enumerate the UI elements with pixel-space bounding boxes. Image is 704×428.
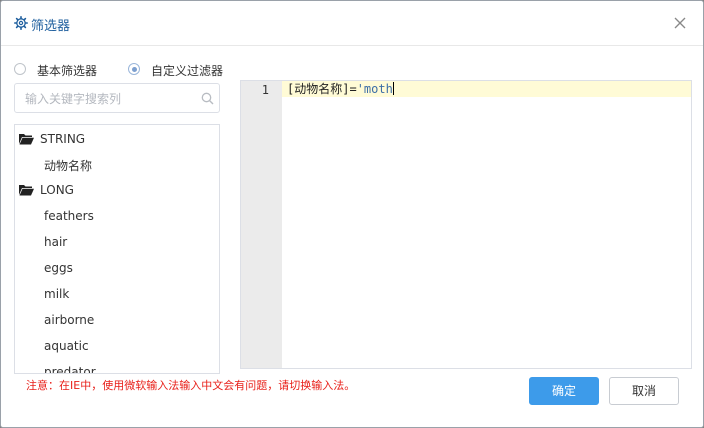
mode-basic-radio[interactable]: [14, 63, 26, 75]
ime-warning-note: 注意：在IE中，使用微软输入法输入中文会有问题，请切换输入法。: [26, 379, 356, 392]
tree-item-column[interactable]: hair: [44, 235, 67, 249]
mode-custom-label: 自定义过滤器: [151, 64, 224, 78]
column-tree: STRING 动物名称 LONG feathers hair eggs milk…: [14, 124, 220, 374]
dialog-header: 筛选器: [1, 1, 703, 46]
dialog-title: 筛选器: [31, 19, 71, 34]
tree-group-label: STRING: [40, 132, 86, 146]
column-search: [14, 83, 220, 113]
close-icon[interactable]: [672, 15, 688, 31]
confirm-button[interactable]: 确定: [529, 377, 599, 405]
mode-basic-label: 基本筛选器: [37, 64, 98, 78]
tree-item-column[interactable]: aquatic: [44, 339, 89, 353]
folder-icon: [19, 185, 34, 196]
tree-item-column[interactable]: predator: [44, 365, 96, 373]
gear-icon: [14, 16, 28, 30]
cancel-button[interactable]: 取消: [609, 377, 679, 405]
code-field-token: [动物名称]=: [287, 82, 357, 96]
tree-item-column[interactable]: feathers: [44, 209, 94, 223]
code-line[interactable]: [动物名称]='moth: [287, 82, 394, 97]
tree-item-column[interactable]: airborne: [44, 313, 94, 327]
tree-item-column[interactable]: milk: [44, 287, 69, 301]
tree-item-column[interactable]: 动物名称: [44, 157, 92, 174]
editor-gutter: 1: [241, 81, 282, 368]
mode-custom-radio[interactable]: [128, 63, 140, 75]
tree-item-column[interactable]: eggs: [44, 261, 73, 275]
line-number: 1: [261, 83, 269, 97]
expression-editor[interactable]: 1 [动物名称]='moth: [240, 80, 692, 369]
column-search-input[interactable]: [23, 88, 197, 110]
code-string-token: 'moth: [356, 82, 393, 96]
folder-icon: [19, 134, 34, 145]
filter-dialog: 筛选器 基本筛选器 自定义过滤器 STRING 动物名称: [0, 0, 704, 428]
search-icon[interactable]: [201, 92, 214, 105]
tree-group-label: LONG: [40, 183, 74, 197]
text-cursor: [392, 82, 394, 95]
